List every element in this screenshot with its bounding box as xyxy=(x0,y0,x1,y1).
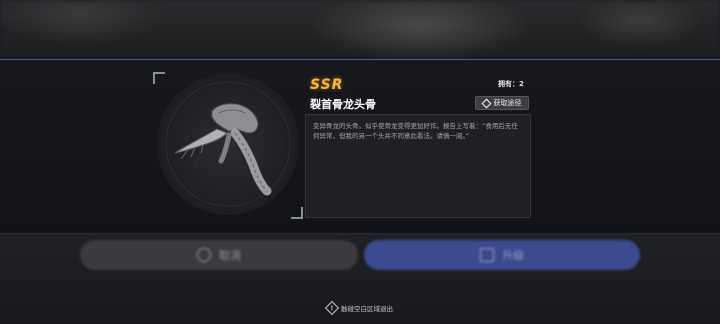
exit-hint[interactable]: ! 触碰空白区域退出 xyxy=(0,300,720,316)
blurred-cancel-label: 取消 xyxy=(219,249,241,262)
owned-count: 拥有：2 xyxy=(498,80,524,88)
blurred-upgrade-label: 升级 xyxy=(502,249,524,262)
item-image xyxy=(157,73,299,215)
get-source-label: 获取途径 xyxy=(493,99,522,107)
circle-icon xyxy=(197,248,211,262)
diamond-icon xyxy=(481,98,491,108)
item-title: 裂首骨龙头骨 xyxy=(310,98,376,111)
upgrade-icon xyxy=(480,248,494,262)
rarity-badge: SSR xyxy=(310,77,344,93)
blurred-cancel-button: 取消 xyxy=(80,240,358,270)
skull-illustration xyxy=(165,81,291,207)
item-description-box: 变异骨龙的头骨。似乎使骨龙变得更加好诈。报告上写着：“食用后无任何异常，但我的另… xyxy=(305,114,531,218)
blurred-upgrade-button: 升级 xyxy=(364,240,640,270)
get-source-button[interactable]: 获取途径 xyxy=(475,96,529,110)
item-description: 变异骨龙的头骨。似乎使骨龙变得更加好诈。报告上写着：“食用后无任何异常，但我的另… xyxy=(313,122,518,140)
exit-hint-label: 触碰空白区域退出 xyxy=(341,305,393,313)
alert-diamond-icon: ! xyxy=(324,300,340,316)
